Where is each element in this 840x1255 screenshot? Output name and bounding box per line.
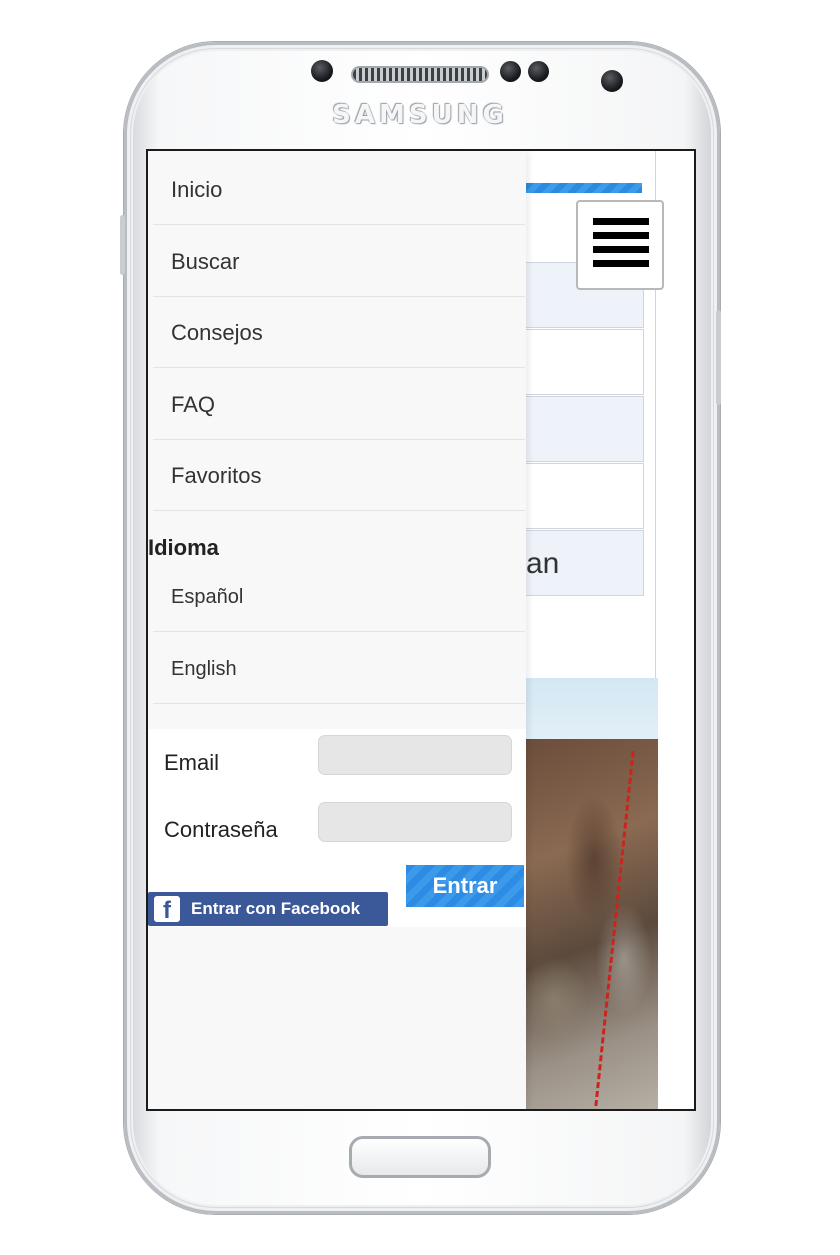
page-row-text: an [526,547,560,580]
home-button[interactable] [349,1136,491,1178]
login-button[interactable]: Entrar [406,865,524,907]
hamburger-menu-button[interactable] [576,200,664,290]
language-option-english[interactable]: English [153,634,525,704]
menu-item-consejos[interactable]: Consejos [153,298,525,368]
menu-item-inicio[interactable]: Inicio [153,155,525,225]
nav-drawer: Inicio Buscar Consejos FAQ Favoritos Idi… [148,151,526,1109]
facebook-icon: f [154,896,180,924]
power-key [716,310,721,405]
hamburger-icon-bar [593,232,649,239]
email-field[interactable] [318,735,512,775]
hamburger-icon-bar [593,246,649,253]
volume-key [120,215,125,275]
proximity-sensor [500,61,521,82]
earpiece-speaker [351,66,489,83]
screen: an Inicio Buscar Consejos FAQ Favoritos … [146,149,696,1111]
photo-sky [524,678,658,740]
brand-logo: SAMSUNG [332,100,508,130]
email-label: Email [164,750,220,775]
menu-item-favoritos[interactable]: Favoritos [153,441,525,511]
front-camera [601,70,623,92]
menu-item-buscar[interactable]: Buscar [153,227,525,297]
menu-item-faq[interactable]: FAQ [153,370,525,440]
front-sensor [311,60,333,82]
facebook-login-button[interactable]: f Entrar con Facebook [148,892,388,926]
facebook-login-label: Entrar con Facebook [191,899,361,918]
language-option-espanol[interactable]: Español [153,562,525,632]
password-field[interactable] [318,802,512,842]
hamburger-icon-bar [593,218,649,225]
page-header-stripe [526,183,642,193]
light-sensor [528,61,549,82]
hamburger-icon-bar [593,260,649,267]
password-label: Contraseña [164,817,278,842]
climbing-wall-photo [524,739,658,1109]
language-section-title: Idioma [148,535,219,560]
